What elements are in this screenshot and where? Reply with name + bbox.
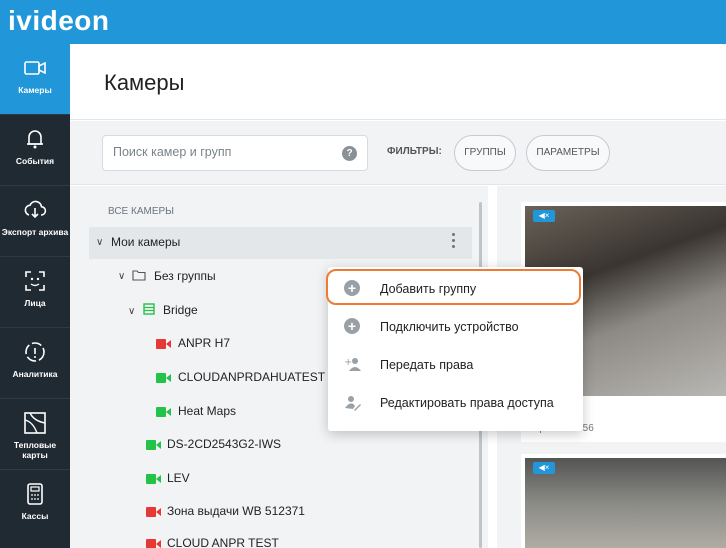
menu-item-label: Подключить устройство xyxy=(380,320,519,334)
heatmap-icon xyxy=(24,412,46,434)
filter-chip-groups[interactable]: ГРУППЫ xyxy=(454,135,516,171)
tree-row-label[interactable]: Без группы xyxy=(154,269,216,283)
camera-icon xyxy=(24,61,46,75)
analytics-icon xyxy=(25,342,45,362)
search-box[interactable]: ? xyxy=(102,135,368,171)
sidebar-item-cameras[interactable]: Камеры xyxy=(0,44,70,114)
register-icon xyxy=(27,483,43,505)
tree-row-label[interactable]: ANPR H7 xyxy=(178,336,230,350)
sidebar-item-label: Тепловые карты xyxy=(13,440,57,460)
tree-row-label[interactable]: DS-2CD2543G2-IWS xyxy=(167,437,281,451)
filter-bar: ? ФИЛЬТРЫ: ГРУППЫ ПАРАМЕТРЫ xyxy=(70,121,726,185)
menu-item-edit-access[interactable]: Редактировать права доступа xyxy=(328,385,583,421)
help-icon[interactable]: ? xyxy=(342,146,357,161)
tree-row-label[interactable]: CLOUDANPRDAHUATEST xyxy=(178,370,325,384)
sidebar-item-label: Кассы xyxy=(21,511,49,521)
menu-item-transfer-rights[interactable]: + Передать права xyxy=(328,347,583,383)
page-header: Камеры xyxy=(70,44,726,120)
tree-row-label[interactable]: LEV xyxy=(167,471,190,485)
face-icon xyxy=(25,271,45,291)
folder-icon xyxy=(132,270,146,281)
bell-icon xyxy=(27,130,43,149)
kebab-menu-icon[interactable] xyxy=(452,233,456,251)
menu-item-connect-device[interactable]: + Подключить устройство xyxy=(328,309,583,345)
user-add-icon: + xyxy=(344,357,361,371)
top-bar: ivideon xyxy=(0,0,726,44)
camera-status-icon xyxy=(156,407,171,417)
chevron-down-icon[interactable]: ∨ xyxy=(128,306,135,317)
search-input[interactable] xyxy=(113,145,333,159)
camera-status-icon xyxy=(156,339,171,349)
camera-status-icon xyxy=(146,507,161,517)
sidebar-item-export[interactable]: Экспорт архива xyxy=(0,186,70,256)
sidebar-item-label: Аналитика xyxy=(12,369,58,379)
sidebar-item-label: Экспорт архива xyxy=(1,227,69,237)
cloud-download-icon xyxy=(24,200,47,219)
camera-preview[interactable]: ◀× xyxy=(525,458,726,548)
sidebar-item-analytics[interactable]: Аналитика xyxy=(0,328,70,398)
plus-circle-icon: + xyxy=(344,280,362,298)
svg-text:+: + xyxy=(344,357,352,368)
filter-chip-parameters[interactable]: ПАРАМЕТРЫ xyxy=(526,135,610,171)
sidebar-item-events[interactable]: События xyxy=(0,115,70,185)
sound-off-icon[interactable]: ◀× xyxy=(533,210,555,222)
user-edit-icon xyxy=(345,396,361,411)
camera-status-icon xyxy=(146,440,161,450)
sidebar: Камеры События Экспорт архива Лица Анали… xyxy=(0,44,70,548)
page-title: Камеры xyxy=(104,70,185,95)
camera-status-icon xyxy=(146,539,161,548)
plus-circle-icon: + xyxy=(344,318,362,336)
chevron-down-icon[interactable]: ∨ xyxy=(118,271,125,282)
sidebar-item-label: Лица xyxy=(24,298,46,308)
chevron-down-icon[interactable]: ∨ xyxy=(96,237,103,248)
tree-header: ВСЕ КАМЕРЫ xyxy=(108,206,175,217)
menu-item-label: Добавить группу xyxy=(380,282,477,296)
group-icon xyxy=(143,303,155,315)
tree-root-label: Мои камеры xyxy=(111,235,181,249)
tree-row-label[interactable]: Bridge xyxy=(163,303,198,317)
filters-label: ФИЛЬТРЫ: xyxy=(387,146,442,157)
menu-item-add-group[interactable]: + Добавить группу xyxy=(326,269,581,305)
camera-card[interactable]: ◀× xyxy=(521,454,726,548)
sound-off-icon[interactable]: ◀× xyxy=(533,462,555,474)
tree-row-label[interactable]: Heat Maps xyxy=(178,404,236,418)
tree-row-label[interactable]: Зона выдачи WB 512371 xyxy=(167,504,305,518)
menu-item-label: Передать права xyxy=(380,358,474,372)
camera-status-icon xyxy=(146,474,161,484)
menu-item-label: Редактировать права доступа xyxy=(380,396,554,410)
sidebar-item-faces[interactable]: Лица xyxy=(0,257,70,327)
brand-logo[interactable]: ivideon xyxy=(8,5,110,37)
tree-row-label[interactable]: CLOUD ANPR TEST xyxy=(167,536,279,548)
camera-status-icon xyxy=(156,373,171,383)
sidebar-item-registers[interactable]: Кассы xyxy=(0,470,70,540)
sidebar-item-label: Камеры xyxy=(18,85,52,95)
sidebar-item-label: События xyxy=(15,156,55,166)
sidebar-item-heatmaps[interactable]: Тепловые карты xyxy=(0,399,70,469)
context-menu: + Добавить группу + Подключить устройств… xyxy=(326,267,583,431)
